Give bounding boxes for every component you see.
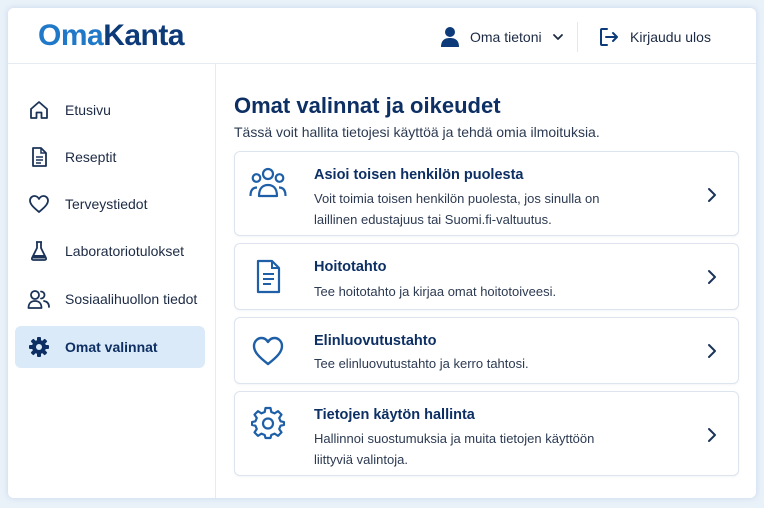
chevron-right-icon — [708, 270, 716, 284]
group-icon — [249, 164, 287, 202]
card-title: Hoitotahto — [314, 259, 387, 275]
main-content: Omat valinnat ja oikeudet Tässä voit hal… — [216, 64, 756, 498]
card-title: Elinluovutustahto — [314, 333, 437, 349]
sidebar-item-sosiaalihuollon-tiedot[interactable]: Sosiaalihuollon tiedot — [15, 278, 205, 320]
logo-part-kanta: Kanta — [103, 19, 185, 52]
card-tietojen-kayton-hallinta[interactable]: Tietojen käytön hallinta Hallinnoi suost… — [234, 391, 739, 476]
card-hoitotahto[interactable]: Hoitotahto Tee hoitotahto ja kirjaa omat… — [234, 243, 739, 310]
sidebar-item-label: Reseptit — [65, 149, 117, 165]
home-icon — [27, 98, 51, 122]
logo-part-oma: Oma — [38, 19, 104, 52]
heart-icon — [249, 332, 287, 370]
heart-icon — [27, 192, 51, 216]
header-divider — [577, 22, 578, 52]
app-window: OmaKanta Oma tietoni Kirjaudu ulos Etusi… — [8, 8, 756, 498]
page-title: Omat valinnat ja oikeudet — [234, 93, 501, 118]
sidebar-item-omat-valinnat[interactable]: Omat valinnat — [15, 326, 205, 368]
card-description: Voit toimia toisen henkilön puolesta, jo… — [314, 191, 600, 227]
sidebar-item-label: Laboratoriotulokset — [65, 243, 185, 259]
sidebar-item-label: Etusivu — [65, 102, 111, 118]
user-icon — [441, 27, 459, 47]
user-menu-button[interactable]: Oma tietoni — [440, 25, 564, 49]
page-subtitle: Tässä voit hallita tietojesi käyttöä ja … — [234, 124, 600, 140]
top-header: OmaKanta Oma tietoni Kirjaudu ulos — [8, 8, 756, 64]
sidebar-item-label: Omat valinnat — [65, 339, 158, 355]
people-icon — [27, 287, 51, 311]
document-icon — [249, 258, 287, 296]
chevron-right-icon — [708, 188, 716, 202]
sidebar-item-etusivu[interactable]: Etusivu — [15, 89, 205, 131]
sidebar-nav: Etusivu Reseptit Terveystiedot Laborator… — [8, 64, 216, 498]
sidebar-item-label: Terveystiedot — [65, 196, 148, 212]
document-icon — [27, 145, 51, 169]
chevron-right-icon — [708, 428, 716, 442]
logout-label: Kirjaudu ulos — [630, 29, 711, 45]
card-description: Tee elinluovutustahto ja kerro tahtosi. — [314, 356, 529, 371]
logout-icon — [600, 28, 618, 46]
chevron-right-icon — [708, 344, 716, 358]
card-description: Hallinnoi suostumuksia ja muita tietojen… — [314, 431, 595, 467]
gear-icon — [249, 404, 287, 442]
sidebar-item-label: Sosiaalihuollon tiedot — [65, 291, 198, 307]
sidebar-item-laboratoriotulokset[interactable]: Laboratoriotulokset — [15, 230, 205, 272]
omakanta-logo[interactable]: OmaKanta — [38, 19, 185, 53]
sidebar-item-terveystiedot[interactable]: Terveystiedot — [15, 183, 205, 225]
card-asioi-toisen-puolesta[interactable]: Asioi toisen henkilön puolesta Voit toim… — [234, 151, 739, 236]
flask-icon — [27, 239, 51, 263]
card-elinluovutustahto[interactable]: Elinluovutustahto Tee elinluovutustahto … — [234, 317, 739, 384]
chevron-down-icon — [552, 34, 563, 40]
user-menu-label: Oma tietoni — [470, 29, 542, 45]
sidebar-item-reseptit[interactable]: Reseptit — [15, 136, 205, 178]
gear-icon — [27, 335, 51, 359]
card-description: Tee hoitotahto ja kirjaa omat hoitotoive… — [314, 284, 557, 299]
card-title: Asioi toisen henkilön puolesta — [314, 167, 524, 183]
card-title: Tietojen käytön hallinta — [314, 407, 475, 423]
logout-button[interactable]: Kirjaudu ulos — [598, 25, 711, 49]
